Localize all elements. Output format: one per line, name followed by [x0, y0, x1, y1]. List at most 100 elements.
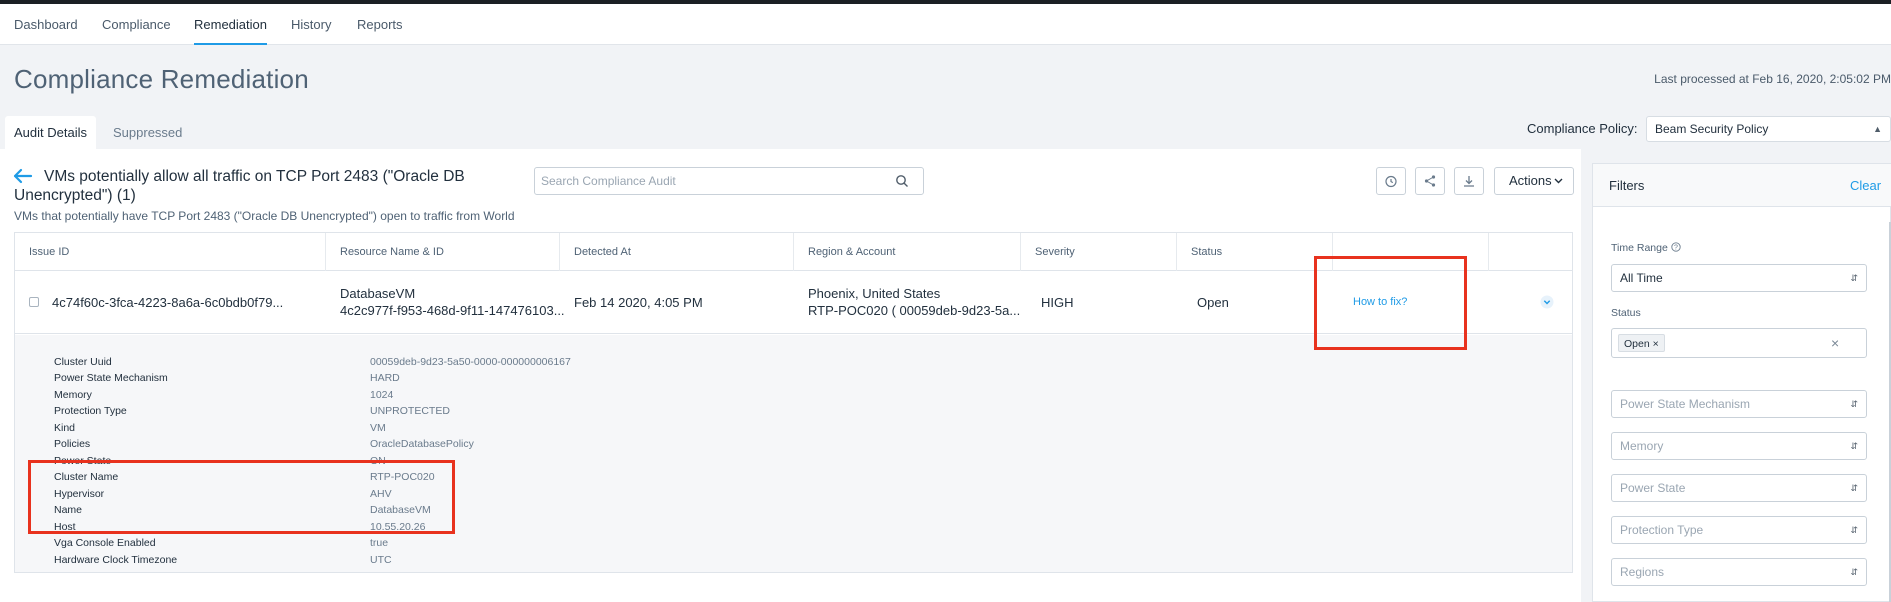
detail-value: RTP-POC020 [370, 471, 435, 483]
column-header-action [1333, 233, 1489, 271]
share-icon [1424, 175, 1436, 187]
detail-key: Hardware Clock Timezone [54, 554, 178, 566]
status-chip[interactable]: Open × [1618, 334, 1665, 352]
memory-select[interactable]: Memory ⇵ [1611, 432, 1867, 460]
detail-value: OracleDatabasePolicy [370, 438, 474, 450]
how-to-fix-link[interactable]: How to fix? [1353, 296, 1407, 308]
compliance-policy-select[interactable]: Beam Security Policy ▲ [1646, 116, 1891, 142]
issue-id-cell: 4c74f60c-3fca-4223-8a6a-6c0bdb0f79... [52, 295, 284, 310]
time-range-label-text: Time Range [1611, 242, 1668, 254]
share-button[interactable] [1415, 167, 1445, 195]
detail-key: Protection Type [54, 405, 127, 417]
detail-key: Policies [54, 438, 91, 450]
status-filter-input[interactable]: Open × × [1611, 328, 1867, 358]
detail-key: Vga Console Enabled [54, 537, 156, 549]
time-range-select[interactable]: All Time ⇵ [1611, 264, 1867, 292]
power-state-select[interactable]: Power State ⇵ [1611, 474, 1867, 502]
select-caret-icon: ⇵ [1850, 567, 1858, 577]
detail-value: UTC [370, 554, 392, 566]
select-caret-icon: ⇵ [1850, 483, 1858, 493]
detail-key: Hypervisor [54, 488, 105, 500]
detail-value: 1024 [370, 389, 394, 401]
schedule-button[interactable] [1376, 167, 1406, 195]
detail-key: Power State Mechanism [54, 372, 168, 384]
compliance-policy-label: Compliance Policy: [1527, 121, 1638, 136]
detail-value: HARD [370, 372, 400, 384]
search-input[interactable] [535, 168, 885, 194]
region-cell: Phoenix, United States [808, 286, 941, 301]
issue-title: VMs potentially allow all traffic on TCP… [14, 168, 465, 204]
row-details: Cluster Uuid 00059deb-9d23-5a50-0000-0000… [15, 335, 1572, 572]
help-icon[interactable]: ? [1671, 242, 1681, 252]
select-caret-icon: ▲ [1873, 124, 1882, 134]
last-processed-text: Last processed at Feb 16, 2020, 2:05:02 … [1654, 72, 1891, 86]
nav-tab-dashboard[interactable]: Dashboard [14, 4, 78, 45]
time-range-value: All Time [1620, 271, 1663, 285]
protection-type-placeholder: Protection Type [1620, 523, 1704, 537]
status-chip-label: Open [1624, 338, 1650, 350]
column-header-severity[interactable]: Severity [1021, 233, 1177, 271]
chevron-down-icon[interactable] [1540, 295, 1554, 309]
search-icon[interactable] [895, 174, 909, 188]
detail-value: ON [370, 455, 386, 467]
table-row[interactable]: 4c74f60c-3fca-4223-8a6a-6c0bdb0f79... Da… [15, 271, 1572, 334]
status-cell: Open [1197, 295, 1229, 310]
audit-table: Issue ID Resource Name & ID Detected At … [14, 232, 1573, 573]
column-header-resource[interactable]: Resource Name & ID [326, 233, 560, 271]
nav-tab-remediation[interactable]: Remediation [194, 4, 267, 45]
chevron-down-icon [1554, 178, 1563, 184]
severity-cell: HIGH [1041, 295, 1074, 310]
detail-key: Cluster Name [54, 471, 119, 483]
filters-clear-link[interactable]: Clear [1850, 178, 1881, 193]
nav-tab-history[interactable]: History [291, 4, 331, 45]
power-state-mechanism-placeholder: Power State Mechanism [1620, 397, 1751, 411]
row-checkbox[interactable] [29, 297, 39, 307]
filters-panel: Filters Clear Time Range ? All Time ⇵ St… [1592, 163, 1891, 602]
detail-value: DatabaseVM [370, 504, 431, 516]
tab-audit-details[interactable]: Audit Details [5, 116, 96, 149]
detail-key: Memory [54, 389, 92, 401]
status-label: Status [1611, 307, 1641, 319]
memory-placeholder: Memory [1620, 439, 1664, 453]
detail-key: Name [54, 504, 83, 516]
clear-icon[interactable]: × [1831, 335, 1839, 351]
regions-placeholder: Regions [1620, 565, 1665, 579]
column-header-detected-at[interactable]: Detected At [560, 233, 794, 271]
power-state-placeholder: Power State [1620, 481, 1686, 495]
detected-at-cell: Feb 14 2020, 4:05 PM [574, 295, 703, 310]
top-nav: Dashboard Compliance Remediation History… [0, 4, 1891, 45]
page-title: Compliance Remediation [14, 64, 309, 94]
detail-value: AHV [370, 488, 392, 500]
detail-key: Cluster Uuid [54, 356, 112, 368]
regions-select[interactable]: Regions ⇵ [1611, 558, 1867, 586]
protection-type-select[interactable]: Protection Type ⇵ [1611, 516, 1867, 544]
tab-suppressed[interactable]: Suppressed [104, 116, 191, 149]
time-range-label: Time Range ? [1611, 242, 1681, 254]
actions-button[interactable]: Actions [1494, 167, 1574, 195]
power-state-mechanism-select[interactable]: Power State Mechanism ⇵ [1611, 390, 1867, 418]
download-button[interactable] [1454, 167, 1484, 195]
select-caret-icon: ⇵ [1850, 441, 1858, 451]
alarm-clock-icon [1385, 175, 1397, 188]
nav-tab-reports[interactable]: Reports [357, 4, 403, 45]
actions-label: Actions [1509, 173, 1552, 188]
resource-name-cell: DatabaseVM [340, 286, 416, 301]
select-caret-icon: ⇵ [1850, 399, 1858, 409]
download-icon [1464, 176, 1474, 187]
nav-tab-compliance[interactable]: Compliance [102, 4, 171, 45]
column-header-issue-id[interactable]: Issue ID [15, 233, 326, 271]
select-caret-icon: ⇵ [1850, 525, 1858, 535]
select-caret-icon: ⇵ [1850, 273, 1858, 283]
column-header-status[interactable]: Status [1177, 233, 1333, 271]
detail-value: 10.55.20.26 [370, 521, 426, 533]
filters-title: Filters [1609, 178, 1645, 193]
column-header-region[interactable]: Region & Account [794, 233, 1021, 271]
account-cell: RTP-POC020 ( 00059deb-9d23-5a... [808, 303, 1021, 318]
column-header-expand [1489, 233, 1572, 271]
detail-key: Kind [54, 422, 76, 434]
detail-value: true [370, 537, 389, 549]
search-box [534, 167, 924, 195]
compliance-policy-value: Beam Security Policy [1655, 122, 1769, 136]
detail-value: 00059deb-9d23-5a50-0000-000000006167 [370, 356, 571, 368]
detail-key: Host [54, 521, 76, 533]
